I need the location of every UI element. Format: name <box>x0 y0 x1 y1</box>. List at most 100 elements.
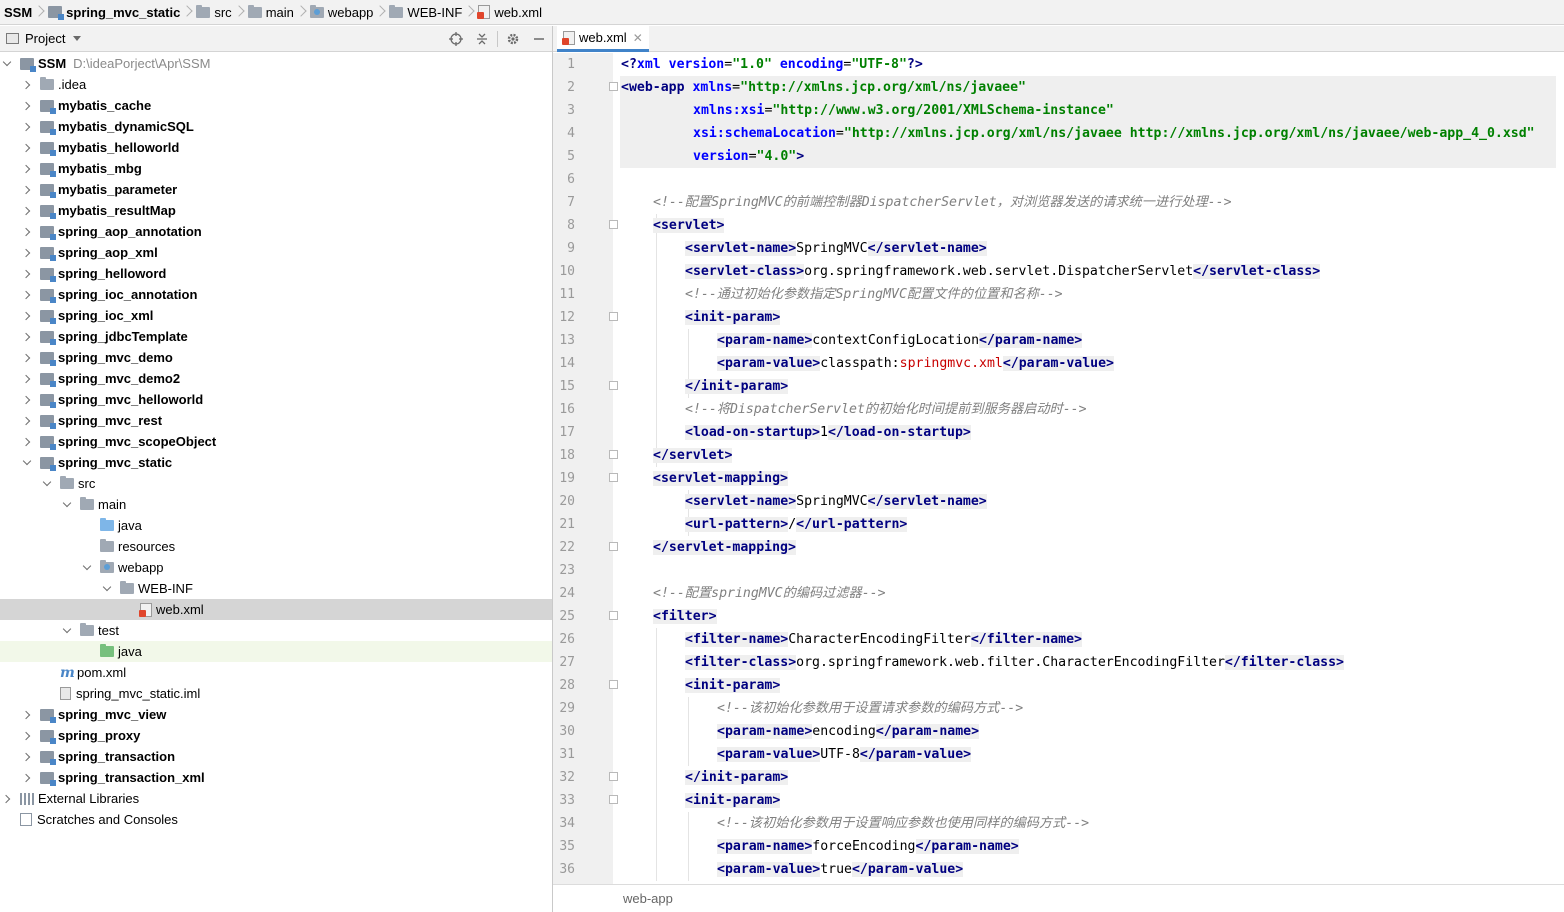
chevron-right-icon[interactable] <box>22 374 32 384</box>
chevron-right-icon[interactable] <box>22 752 32 762</box>
code-line[interactable]: 11 <!--通过初始化参数指定SpringMVC配置文件的位置和名称--> <box>553 283 1564 306</box>
collapse-all-icon[interactable] <box>469 26 495 52</box>
chevron-right-icon[interactable] <box>22 395 32 405</box>
code-line[interactable]: 29 <!--该初始化参数用于设置请求参数的编码方式--> <box>553 697 1564 720</box>
code-line[interactable]: 17 <load-on-startup>1</load-on-startup> <box>553 421 1564 444</box>
tree-node[interactable]: test <box>0 620 552 641</box>
tree-node[interactable]: spring_mvc_static <box>0 452 552 473</box>
code-line[interactable]: 10 <servlet-class>org.springframework.web… <box>553 260 1564 283</box>
code-line[interactable]: 34 <!--该初始化参数用于设置响应参数也使用同样的编码方式--> <box>553 812 1564 835</box>
chevron-right-icon[interactable] <box>22 290 32 300</box>
tree-node[interactable]: spring_aop_annotation <box>0 221 552 242</box>
chevron-right-icon[interactable] <box>22 332 32 342</box>
chevron-right-icon[interactable] <box>22 143 32 153</box>
tree-node[interactable]: mybatis_helloworld <box>0 137 552 158</box>
tree-node[interactable]: spring_mvc_rest <box>0 410 552 431</box>
tab-web-xml[interactable]: web.xml ✕ <box>557 26 649 52</box>
code-line[interactable]: 5 version="4.0"> <box>553 145 1564 168</box>
tree-node[interactable]: mybatis_dynamicSQL <box>0 116 552 137</box>
code-line[interactable]: 24 <!--配置springMVC的编码过滤器--> <box>553 582 1564 605</box>
tree-node[interactable]: main <box>0 494 552 515</box>
tree-node[interactable]: src <box>0 473 552 494</box>
fold-marker-icon[interactable] <box>609 82 618 91</box>
code-line[interactable]: 4 xsi:schemaLocation="http://xmlns.jcp.or… <box>553 122 1564 145</box>
code-line[interactable]: 15 </init-param> <box>553 375 1564 398</box>
tree-node[interactable]: spring_jdbcTemplate <box>0 326 552 347</box>
tree-node[interactable]: Scratches and Consoles <box>0 809 552 830</box>
fold-marker-icon[interactable] <box>609 473 618 482</box>
chevron-right-icon[interactable] <box>22 164 32 174</box>
tree-node[interactable]: spring_mvc_view <box>0 704 552 725</box>
tree-node[interactable]: External Libraries <box>0 788 552 809</box>
code-line[interactable]: 12 <init-param> <box>553 306 1564 329</box>
code-line[interactable]: 33 <init-param> <box>553 789 1564 812</box>
chevron-right-icon[interactable] <box>22 206 32 216</box>
chevron-down-icon[interactable] <box>82 563 92 573</box>
code-line[interactable]: 9 <servlet-name>SpringMVC</servlet-name> <box>553 237 1564 260</box>
minimize-icon[interactable] <box>526 26 552 52</box>
code-line[interactable]: 18 </servlet> <box>553 444 1564 467</box>
chevron-right-icon[interactable] <box>22 248 32 258</box>
chevron-right-icon[interactable] <box>2 794 12 804</box>
tree-node[interactable]: web.xml <box>0 599 552 620</box>
gear-icon[interactable] <box>500 26 526 52</box>
tree-node[interactable]: spring_ioc_xml <box>0 305 552 326</box>
xml-path-label[interactable]: web-app <box>623 891 673 906</box>
code-line[interactable]: 36 <param-value>true</param-value> <box>553 858 1564 881</box>
chevron-right-icon[interactable] <box>22 353 32 363</box>
breadcrumb-item[interactable]: src <box>196 0 232 24</box>
chevron-down-icon[interactable] <box>42 479 52 489</box>
chevron-right-icon[interactable] <box>22 731 32 741</box>
code-line[interactable]: 13 <param-name>contextConfigLocation</par… <box>553 329 1564 352</box>
code-line[interactable]: 20 <servlet-name>SpringMVC</servlet-name> <box>553 490 1564 513</box>
chevron-down-icon[interactable] <box>2 59 12 69</box>
code-line[interactable]: 16 <!--将DispatcherServlet的初始化时间提前到服务器启动时-… <box>553 398 1564 421</box>
tree-node[interactable]: webapp <box>0 557 552 578</box>
code-line[interactable]: 32 </init-param> <box>553 766 1564 789</box>
fold-marker-icon[interactable] <box>609 542 618 551</box>
tree-node[interactable]: spring_mvc_helloworld <box>0 389 552 410</box>
breadcrumb-item[interactable]: WEB-INF <box>389 0 462 24</box>
code-line[interactable]: 22 </servlet-mapping> <box>553 536 1564 559</box>
tree-node[interactable]: spring_helloword <box>0 263 552 284</box>
tree-node[interactable]: spring_aop_xml <box>0 242 552 263</box>
fold-marker-icon[interactable] <box>609 680 618 689</box>
chevron-right-icon[interactable] <box>22 227 32 237</box>
fold-marker-icon[interactable] <box>609 611 618 620</box>
breadcrumb-item[interactable]: spring_mvc_static <box>48 0 180 24</box>
chevron-right-icon[interactable] <box>22 311 32 321</box>
tree-node[interactable]: spring_mvc_static.iml <box>0 683 552 704</box>
tree-node[interactable]: WEB-INF <box>0 578 552 599</box>
code-line[interactable]: 35 <param-name>forceEncoding</param-name> <box>553 835 1564 858</box>
tree-node[interactable]: mybatis_resultMap <box>0 200 552 221</box>
breadcrumb-item[interactable]: web.xml <box>477 0 542 24</box>
chevron-down-icon[interactable] <box>22 458 32 468</box>
chevron-down-icon[interactable] <box>62 626 72 636</box>
project-view-selector[interactable]: Project <box>6 31 82 46</box>
chevron-right-icon[interactable] <box>22 122 32 132</box>
tree-node[interactable]: spring_ioc_annotation <box>0 284 552 305</box>
tree-node[interactable]: mybatis_parameter <box>0 179 552 200</box>
close-icon[interactable]: ✕ <box>633 31 643 45</box>
tree-node[interactable]: java <box>0 641 552 662</box>
code-line[interactable]: 23 <box>553 559 1564 582</box>
code-editor[interactable]: 1 <?xml version="1.0" encoding="UTF-8"?> 2… <box>553 53 1564 884</box>
tree-node[interactable]: spring_proxy <box>0 725 552 746</box>
code-line[interactable]: 31 <param-value>UTF-8</param-value> <box>553 743 1564 766</box>
tree-node[interactable]: spring_transaction <box>0 746 552 767</box>
code-line[interactable]: 8 <servlet> <box>553 214 1564 237</box>
code-line[interactable]: 27 <filter-class>org.springframework.web.… <box>553 651 1564 674</box>
tree-node[interactable]: spring_mvc_scopeObject <box>0 431 552 452</box>
code-line[interactable]: 2 <web-app xmlns="http://xmlns.jcp.org/xm… <box>553 76 1564 99</box>
chevron-right-icon[interactable] <box>22 185 32 195</box>
code-line[interactable]: 6 <box>553 168 1564 191</box>
fold-marker-icon[interactable] <box>609 381 618 390</box>
code-line[interactable]: 19 <servlet-mapping> <box>553 467 1564 490</box>
fold-marker-icon[interactable] <box>609 795 618 804</box>
fold-marker-icon[interactable] <box>609 450 618 459</box>
tree-node[interactable]: java <box>0 515 552 536</box>
editor-scrollbar[interactable] <box>1556 53 1564 884</box>
locate-icon[interactable] <box>443 26 469 52</box>
chevron-down-icon[interactable] <box>102 584 112 594</box>
breadcrumb-item[interactable]: main <box>247 0 294 24</box>
